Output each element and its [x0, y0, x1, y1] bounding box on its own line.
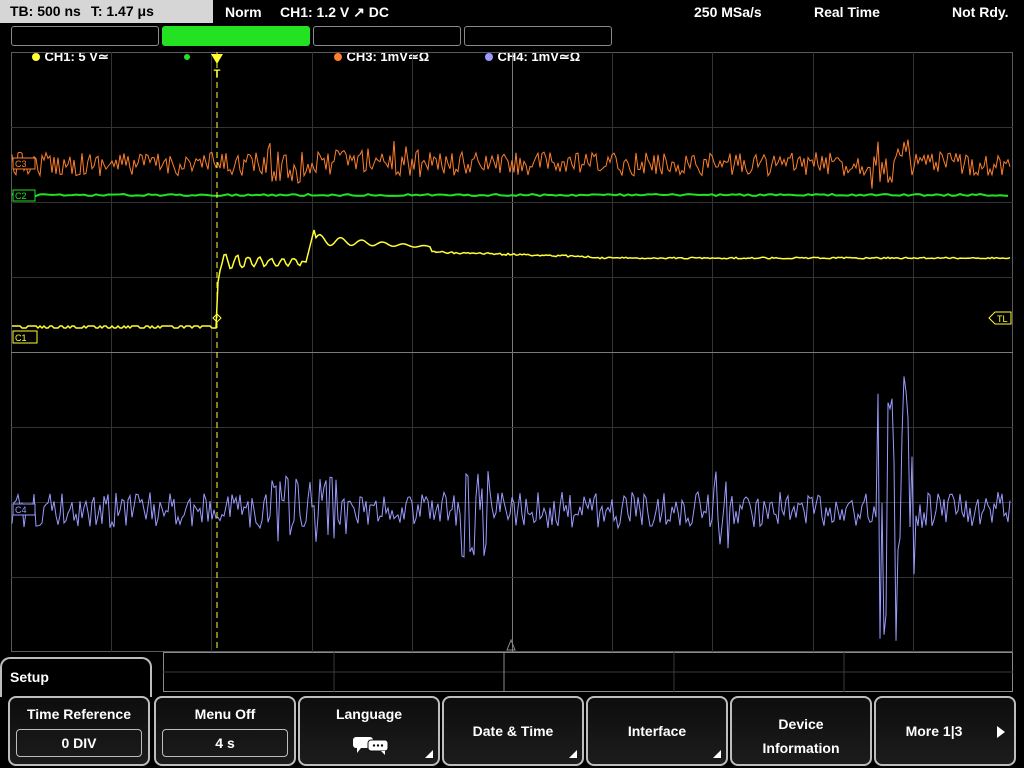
trigger-setting[interactable]: CH1: 1.2 V ↗ DC — [280, 0, 389, 24]
softkey-label-line1: Device — [778, 716, 824, 732]
ch1-waveform — [12, 229, 1011, 330]
softkey-label-line2: Information — [762, 740, 840, 756]
ch4-offset-marker[interactable]: C4 — [12, 503, 36, 516]
channel-tab-ch1[interactable]: CH1: 5 V≃ — [11, 26, 159, 64]
info-strip — [163, 652, 1013, 692]
timebase-box[interactable]: TB: 500 ns T: 1.47 μs — [0, 0, 213, 23]
menu-title: Setup — [0, 657, 152, 697]
channel-tab-ch4[interactable]: CH4: 1mV≃Ω — [464, 26, 612, 64]
ch4-marker-label: C4 — [15, 505, 27, 515]
softkey-label: Time Reference — [26, 706, 131, 722]
softkey-label: Language — [335, 706, 403, 722]
menu-off-button[interactable]: Menu Off 4 s — [154, 696, 296, 766]
channel-tab-ch2[interactable]: CH2: 20 mV≃Ω — [162, 26, 310, 64]
acquisition-mode: Real Time — [814, 4, 880, 20]
softkey-label: Interface — [627, 723, 687, 739]
trigger-level-label: TL — [997, 314, 1008, 324]
softkey-label: More 1|3 — [905, 723, 963, 739]
ch1-offset-marker[interactable]: C1 — [12, 330, 38, 344]
channel-tabs: CH1: 5 V≃ CH2: 20 mV≃Ω CH3: 1mV≃Ω CH4: 1… — [0, 26, 1024, 64]
ch3-marker-label: C3 — [15, 159, 27, 169]
time-reference-button[interactable]: Time Reference 0 DIV — [8, 696, 150, 766]
trigger-marker-label: T — [214, 68, 221, 80]
ch2-marker-label: C2 — [15, 191, 27, 201]
softkey-label: Device Information — [732, 712, 870, 760]
waveform-area[interactable]: T C3 C2 C1 C4 TL — [11, 52, 1013, 652]
time-reference-value: 0 DIV — [16, 729, 142, 757]
date-time-button[interactable]: Date & Time — [442, 696, 584, 766]
ch3-offset-marker[interactable]: C3 — [12, 157, 36, 170]
status-bar: TB: 500 ns T: 1.47 μs Norm CH1: 1.2 V ↗ D… — [0, 0, 1024, 24]
device-information-button[interactable]: Device Information — [730, 696, 872, 766]
submenu-indicator-icon — [713, 750, 721, 758]
trigger-status: Not Rdy. — [952, 4, 1009, 20]
ch3-waveform — [11, 139, 1011, 189]
ch4-waveform — [11, 376, 1011, 641]
channel-tab-ch3[interactable]: CH3: 1mV≃Ω — [313, 26, 461, 64]
more-button[interactable]: More 1|3 — [874, 696, 1016, 766]
ch2-waveform — [11, 192, 1009, 198]
submenu-indicator-icon — [569, 750, 577, 758]
ch1-marker-label: C1 — [15, 333, 27, 343]
ch2-offset-marker[interactable]: C2 — [12, 189, 36, 202]
waveform-display[interactable]: T C3 C2 C1 C4 TL — [11, 52, 1013, 652]
softkey-bar: Time Reference 0 DIV Menu Off 4 s Langua… — [0, 694, 1024, 768]
timebase-readout: TB: 500 ns — [10, 3, 81, 19]
trigger-level-marker[interactable]: TL — [988, 311, 1012, 325]
arrow-right-icon — [997, 726, 1005, 738]
trigger-position-marker[interactable] — [211, 54, 223, 64]
speech-bubbles-icon — [353, 737, 389, 755]
sample-rate: 250 MSa/s — [694, 4, 762, 20]
submenu-indicator-icon — [425, 750, 433, 758]
trigger-mode[interactable]: Norm — [225, 0, 262, 24]
language-button[interactable]: Language — [298, 696, 440, 766]
softkey-label: Menu Off — [194, 706, 256, 722]
horizontal-position-marker — [506, 638, 516, 651]
graticule — [11, 52, 1013, 652]
trigger-time-readout: T: 1.47 μs — [90, 3, 154, 19]
menu-off-value: 4 s — [162, 729, 288, 757]
softkey-label: Date & Time — [472, 723, 554, 739]
interface-button[interactable]: Interface — [586, 696, 728, 766]
